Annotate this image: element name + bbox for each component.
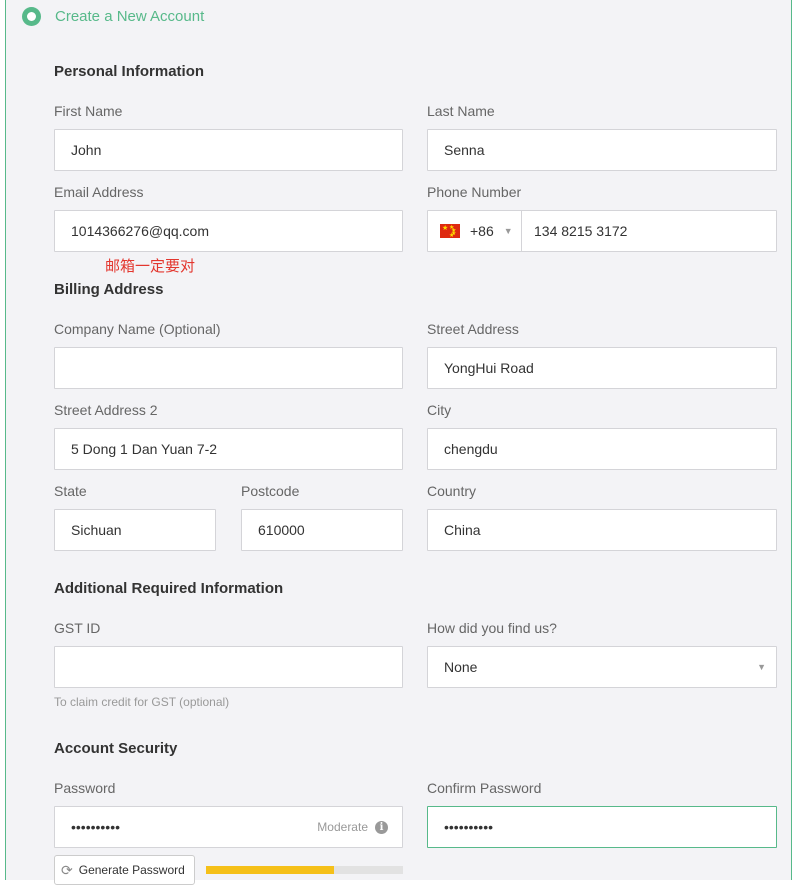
strength-label: Moderate [317, 820, 368, 834]
city-label: City [427, 402, 452, 418]
country-label: Country [427, 483, 477, 499]
state-input[interactable]: Sichuan [54, 509, 216, 551]
password-input[interactable]: •••••••••• Moderate i [54, 806, 403, 848]
strength-bar [206, 866, 403, 874]
password-value: •••••••••• [71, 819, 121, 835]
gst-hint: To claim credit for GST (optional) [54, 695, 230, 709]
gst-input[interactable] [54, 646, 403, 688]
radio-selected-icon[interactable] [22, 7, 41, 26]
last-name-input[interactable]: Senna [427, 129, 777, 171]
find-us-label: How did you find us? [427, 620, 557, 636]
generate-password-button[interactable]: ⟳ Generate Password [54, 855, 195, 885]
generate-password-label: Generate Password [78, 863, 185, 877]
postcode-input[interactable]: 610000 [241, 509, 403, 551]
country-code: +86 [470, 223, 494, 239]
refresh-icon: ⟳ [61, 861, 73, 878]
section-security-title: Account Security [54, 740, 178, 757]
first-name-label: First Name [54, 103, 123, 119]
section-additional-title: Additional Required Information [54, 580, 284, 597]
email-label: Email Address [54, 184, 144, 200]
section-billing-title: Billing Address [54, 281, 164, 298]
phone-divider [521, 211, 522, 251]
find-us-select[interactable]: None ▼ [427, 646, 777, 688]
street-input[interactable]: YongHui Road [427, 347, 777, 389]
confirm-password-label: Confirm Password [427, 780, 542, 796]
country-input[interactable]: China [427, 509, 777, 551]
strength-bar-fill [206, 866, 335, 874]
phone-number-input[interactable]: 134 8215 3172 [534, 223, 627, 239]
china-flag-icon: ★ ★ ★ ★ ★ [440, 224, 460, 239]
last-name-label: Last Name [427, 103, 495, 119]
gst-label: GST ID [54, 620, 101, 636]
chevron-down-icon: ▼ [757, 662, 766, 672]
password-label: Password [54, 780, 116, 796]
street-label: Street Address [427, 321, 519, 337]
state-label: State [54, 483, 87, 499]
confirm-password-input[interactable]: •••••••••• [427, 806, 777, 848]
info-icon[interactable]: i [375, 820, 388, 834]
first-name-input[interactable]: John [54, 129, 403, 171]
street2-label: Street Address 2 [54, 402, 158, 418]
city-input[interactable]: chengdu [427, 428, 777, 470]
find-us-value: None [444, 659, 478, 675]
company-label: Company Name (Optional) [54, 321, 221, 337]
phone-label: Phone Number [427, 184, 522, 200]
panel-title: Create a New Account [55, 8, 205, 25]
company-input[interactable] [54, 347, 403, 389]
section-personal-title: Personal Information [54, 63, 205, 80]
email-annotation: 邮箱一定要对 [105, 258, 196, 275]
phone-input-group: ★ ★ ★ ★ ★ +86 ▼ 134 8215 3172 [427, 210, 777, 252]
postcode-label: Postcode [241, 483, 300, 499]
email-input[interactable]: 1014366276@qq.com [54, 210, 403, 252]
chevron-down-icon: ▼ [503, 226, 513, 236]
country-code-selector[interactable]: ★ ★ ★ ★ ★ +86 ▼ [440, 223, 522, 239]
password-strength: Moderate i [317, 820, 388, 834]
street2-input[interactable]: 5 Dong 1 Dan Yuan 7-2 [54, 428, 403, 470]
create-account-panel: Create a New Account Personal Informatio… [5, 0, 792, 885]
